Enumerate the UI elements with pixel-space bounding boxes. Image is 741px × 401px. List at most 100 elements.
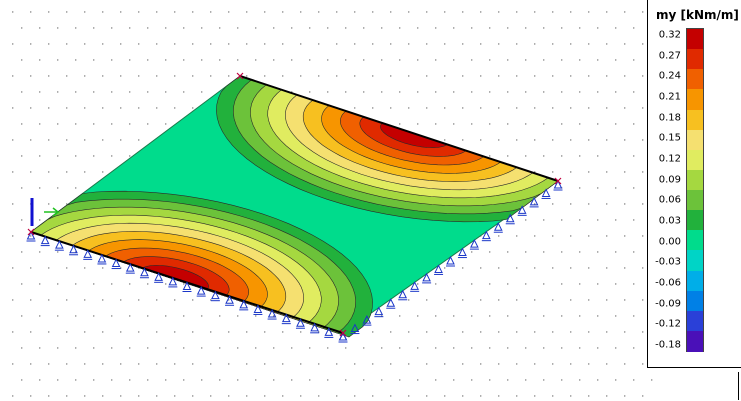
- grid-dot: [570, 331, 572, 333]
- grid-dot: [489, 27, 491, 29]
- grid-dot: [156, 11, 158, 13]
- grid-dot: [462, 267, 464, 269]
- grid-dot: [138, 299, 140, 301]
- grid-dot: [129, 91, 131, 93]
- legend-swatch: [687, 169, 703, 191]
- grid-dot: [111, 123, 113, 125]
- grid-dot: [624, 107, 626, 109]
- grid-dot: [633, 59, 635, 61]
- grid-dot: [282, 43, 284, 45]
- grid-dot: [183, 59, 185, 61]
- grid-dot: [606, 171, 608, 173]
- grid-dot: [93, 123, 95, 125]
- grid-dot: [30, 395, 32, 397]
- grid-dot: [165, 27, 167, 29]
- grid-dot: [480, 395, 482, 397]
- grid-dot: [93, 347, 95, 349]
- grid-dot: [516, 235, 518, 237]
- grid-dot: [435, 27, 437, 29]
- grid-dot: [282, 363, 284, 365]
- grid-dot: [309, 59, 311, 61]
- grid-dot: [624, 139, 626, 141]
- grid-dot: [642, 267, 644, 269]
- grid-dot: [30, 363, 32, 365]
- grid-dot: [480, 331, 482, 333]
- grid-dot: [444, 267, 446, 269]
- grid-dot: [300, 11, 302, 13]
- grid-dot: [408, 331, 410, 333]
- grid-dot: [462, 43, 464, 45]
- grid-dot: [606, 203, 608, 205]
- grid-dot: [255, 379, 257, 381]
- grid-dot: [534, 331, 536, 333]
- grid-dot: [12, 203, 14, 205]
- grid-dot: [183, 91, 185, 93]
- grid-dot: [624, 299, 626, 301]
- grid-dot: [165, 59, 167, 61]
- grid-dot: [417, 27, 419, 29]
- grid-dot: [543, 123, 545, 125]
- grid-dot: [426, 11, 428, 13]
- grid-dot: [426, 363, 428, 365]
- grid-dot: [435, 59, 437, 61]
- grid-dot: [336, 395, 338, 397]
- grid-dot: [111, 59, 113, 61]
- grid-dot: [12, 11, 14, 13]
- grid-dot: [435, 283, 437, 285]
- grid-dot: [543, 379, 545, 381]
- grid-dot: [408, 75, 410, 77]
- grid-dot: [552, 171, 554, 173]
- grid-dot: [552, 299, 554, 301]
- grid-dot: [264, 43, 266, 45]
- grid-dot: [84, 107, 86, 109]
- grid-dot: [534, 107, 536, 109]
- grid-dot: [516, 267, 518, 269]
- grid-dot: [633, 251, 635, 253]
- grid-dot: [489, 59, 491, 61]
- grid-dot: [525, 315, 527, 317]
- grid-dot: [12, 43, 14, 45]
- legend-tick-label: -0.18: [655, 339, 681, 351]
- grid-dot: [570, 139, 572, 141]
- grid-dot: [345, 379, 347, 381]
- grid-dot: [579, 251, 581, 253]
- grid-dot: [300, 43, 302, 45]
- grid-dot: [462, 107, 464, 109]
- grid-dot: [570, 267, 572, 269]
- grid-dot: [552, 363, 554, 365]
- grid-dot: [345, 27, 347, 29]
- grid-dot: [255, 315, 257, 317]
- grid-dot: [120, 11, 122, 13]
- grid-dot: [408, 11, 410, 13]
- grid-dot: [417, 91, 419, 93]
- grid-dot: [75, 347, 77, 349]
- grid-dot: [210, 11, 212, 13]
- grid-dot: [543, 91, 545, 93]
- grid-dot: [624, 267, 626, 269]
- grid-dot: [111, 379, 113, 381]
- grid-dot: [120, 75, 122, 77]
- grid-dot: [624, 235, 626, 237]
- grid-dot: [192, 75, 194, 77]
- grid-dot: [543, 315, 545, 317]
- grid-dot: [381, 59, 383, 61]
- grid-dot: [579, 91, 581, 93]
- grid-dot: [606, 299, 608, 301]
- grid-dot: [462, 75, 464, 77]
- grid-dot: [588, 331, 590, 333]
- grid-dot: [642, 299, 644, 301]
- grid-dot: [624, 43, 626, 45]
- grid-dot: [624, 75, 626, 77]
- grid-dot: [354, 107, 356, 109]
- grid-dot: [327, 379, 329, 381]
- grid-dot: [39, 315, 41, 317]
- model-viewport[interactable]: [0, 0, 741, 401]
- grid-dot: [264, 331, 266, 333]
- grid-dot: [129, 283, 131, 285]
- grid-dot: [552, 43, 554, 45]
- grid-dot: [516, 299, 518, 301]
- grid-dot: [426, 331, 428, 333]
- grid-dot: [183, 315, 185, 317]
- grid-dot: [552, 75, 554, 77]
- grid-dot: [525, 155, 527, 157]
